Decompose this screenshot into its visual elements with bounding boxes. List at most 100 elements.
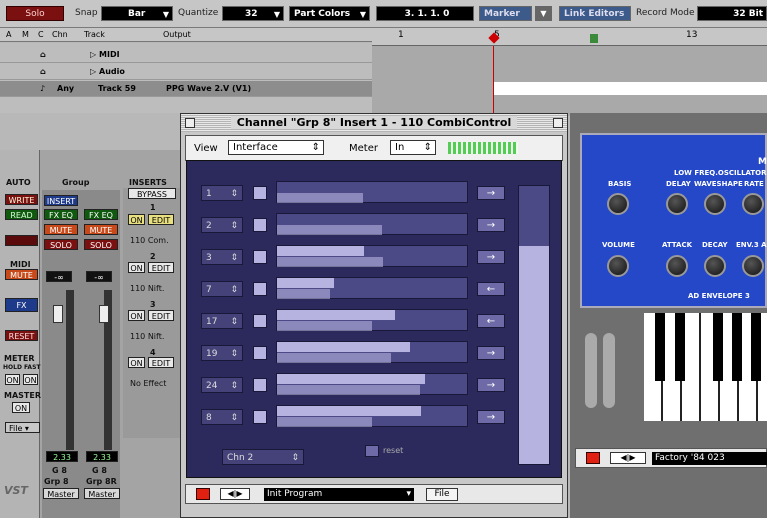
controller-slider[interactable] — [276, 181, 468, 203]
env3-knob[interactable] — [742, 255, 764, 277]
mod-wheel[interactable] — [603, 333, 615, 408]
row-toggle[interactable] — [253, 186, 267, 200]
slot-edit-button[interactable]: EDIT — [148, 214, 174, 225]
controller-slider[interactable] — [276, 341, 468, 363]
slot-effect-name[interactable]: No Effect — [130, 379, 166, 388]
row-toggle[interactable] — [253, 410, 267, 424]
slot-effect-name[interactable]: 110 Nift. — [130, 332, 164, 341]
output-select-r[interactable]: Master — [84, 488, 120, 499]
midi-part[interactable] — [494, 82, 767, 95]
right-locator-icon[interactable] — [590, 34, 598, 43]
decay-knob[interactable] — [704, 255, 726, 277]
bit-depth-display[interactable]: 32 Bit — [697, 6, 767, 21]
reset-button[interactable]: RESET — [5, 330, 38, 341]
channel-select[interactable]: Chn 2 ⇕ — [222, 449, 304, 465]
cc-number-select[interactable]: 1 ⇕ — [201, 185, 243, 201]
fx-eq-button-r[interactable]: FX EQ — [84, 209, 118, 220]
hold-on-button[interactable]: ON — [5, 374, 20, 385]
fx-eq-button[interactable]: FX EQ — [44, 209, 78, 220]
marker-button[interactable]: Marker — [479, 6, 532, 21]
direction-arrow-icon[interactable]: ← — [477, 314, 505, 328]
slot-on-button[interactable]: ON — [128, 310, 145, 321]
meter-select[interactable]: In ⇕ — [390, 140, 436, 155]
fader-value[interactable]: 2.33 — [46, 451, 78, 462]
direction-arrow-icon[interactable]: → — [477, 346, 505, 360]
track-row-midi[interactable]: ⌂ ▷ MIDI — [0, 47, 372, 63]
slot-on-button[interactable]: ON — [128, 262, 145, 273]
cc-number-select[interactable]: 24 ⇕ — [201, 377, 243, 393]
part-colors-select[interactable]: Part Colors ▼ — [289, 6, 370, 21]
direction-arrow-icon[interactable]: → — [477, 250, 505, 264]
controller-slider[interactable] — [276, 405, 468, 427]
pitch-wheel[interactable] — [585, 333, 597, 408]
slot-edit-button[interactable]: EDIT — [148, 357, 174, 368]
timeline-ruler[interactable]: 1 5 13 — [372, 28, 767, 46]
track-row-audio[interactable]: ⌂ ▷ Audio — [0, 64, 372, 80]
master-on-button[interactable]: ON — [12, 402, 30, 413]
folder-triangle-icon[interactable]: ▷ — [90, 50, 96, 59]
row-toggle[interactable] — [253, 282, 267, 296]
cc-number-select[interactable]: 7 ⇕ — [201, 281, 243, 297]
slot-on-button[interactable]: ON — [128, 214, 145, 225]
preset-select[interactable]: Factory '84 023 — [652, 452, 767, 465]
controller-slider[interactable] — [276, 373, 468, 395]
position-display[interactable]: 3. 1. 1. 0 — [376, 6, 474, 21]
write-button[interactable]: WRITE — [5, 194, 38, 205]
insert-button[interactable]: INSERT — [44, 195, 78, 206]
marker-dropdown-icon[interactable]: ▼ — [535, 6, 552, 21]
bypass-button[interactable]: BYPASS — [128, 188, 176, 199]
direction-arrow-icon[interactable]: → — [477, 218, 505, 232]
cc-number-select[interactable]: 2 ⇕ — [201, 217, 243, 233]
program-select[interactable]: Init Program ▾ — [264, 488, 414, 501]
slot-edit-button[interactable]: EDIT — [148, 262, 174, 273]
controller-slider[interactable] — [276, 309, 468, 331]
quantize-select[interactable]: 32 ▼ — [222, 6, 284, 21]
delay-knob[interactable] — [666, 193, 688, 215]
slot-on-button[interactable]: ON — [128, 357, 145, 368]
slot-effect-name[interactable]: 110 Com. — [130, 236, 169, 245]
row-toggle[interactable] — [253, 250, 267, 264]
close-box-icon[interactable] — [185, 118, 195, 128]
waveshape-knob[interactable] — [704, 193, 726, 215]
snap-select[interactable]: Bar ▼ — [101, 6, 173, 21]
basis-knob[interactable] — [607, 193, 629, 215]
zoom-box-icon[interactable] — [553, 118, 563, 128]
direction-arrow-icon[interactable]: → — [477, 186, 505, 200]
direction-arrow-icon[interactable]: ← — [477, 282, 505, 296]
fader-handle[interactable] — [53, 305, 63, 323]
fader-handle-r[interactable] — [99, 305, 109, 323]
direction-arrow-icon[interactable]: → — [477, 378, 505, 392]
solo-button[interactable]: Solo — [6, 6, 64, 21]
output-select[interactable]: Master — [43, 488, 79, 499]
cc-number-select[interactable]: 3 ⇕ — [201, 249, 243, 265]
reset-button[interactable] — [365, 445, 379, 457]
arrange-area[interactable] — [372, 46, 767, 116]
rate-knob[interactable] — [742, 193, 764, 215]
controller-slider[interactable] — [276, 213, 468, 235]
midi-mute-button[interactable]: MUTE — [5, 269, 38, 280]
cc-number-select[interactable]: 17 ⇕ — [201, 313, 243, 329]
program-nav-arrows-icon[interactable]: ◀|▶ — [220, 488, 250, 500]
controller-slider[interactable] — [276, 277, 468, 299]
plugin-title-bar[interactable]: Channel "Grp 8" Insert 1 - 110 CombiCont… — [181, 114, 567, 132]
synth-power-button[interactable] — [586, 452, 600, 464]
cc-number-select[interactable]: 19 ⇕ — [201, 345, 243, 361]
direction-arrow-icon[interactable]: → — [477, 410, 505, 424]
attack-knob[interactable] — [666, 255, 688, 277]
controller-slider[interactable] — [276, 245, 468, 267]
power-button[interactable] — [196, 488, 210, 500]
track-row-selected[interactable]: ♪ Any Track 59 PPG Wave 2.V (V1) — [0, 81, 372, 97]
solo-button-channel[interactable]: SOLO — [44, 239, 78, 250]
row-toggle[interactable] — [253, 346, 267, 360]
link-editors-button[interactable]: Link Editors — [559, 6, 631, 21]
mute-button[interactable]: MUTE — [44, 224, 78, 235]
folder-triangle-icon[interactable]: ▷ — [90, 67, 96, 76]
row-toggle[interactable] — [253, 218, 267, 232]
file-menu[interactable]: File ▾ — [5, 422, 40, 433]
fx-button[interactable]: FX — [5, 298, 38, 312]
read-button[interactable]: READ — [5, 209, 38, 220]
cc-number-select[interactable]: 8 ⇕ — [201, 409, 243, 425]
view-select[interactable]: Interface ⇕ — [228, 140, 324, 155]
fast-on-button[interactable]: ON — [23, 374, 38, 385]
mute-button-r[interactable]: MUTE — [84, 224, 118, 235]
